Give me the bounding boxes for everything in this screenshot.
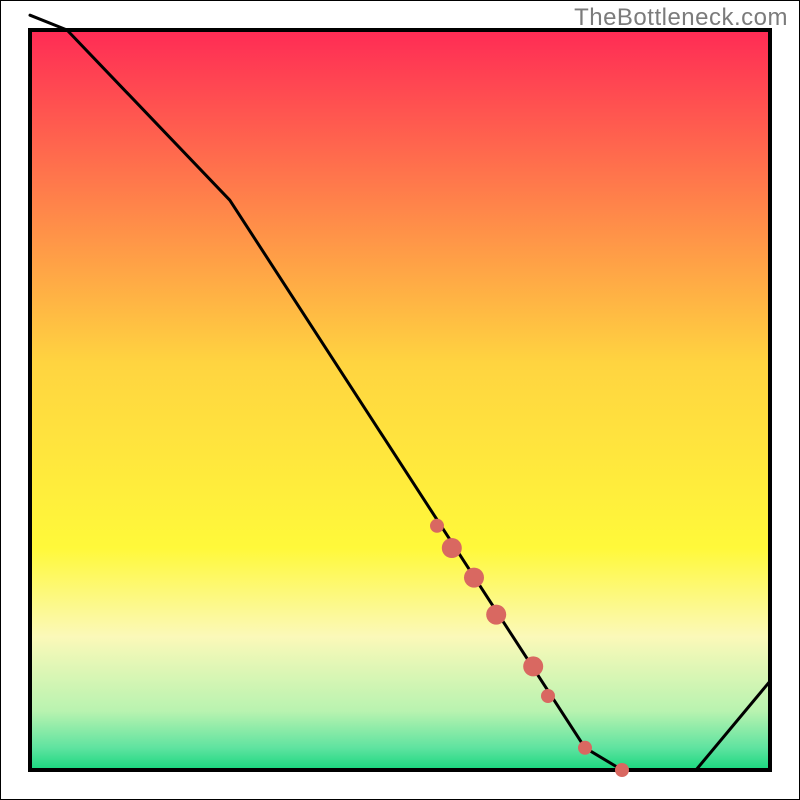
data-marker [430, 519, 444, 533]
watermark-label: TheBottleneck.com [574, 4, 788, 32]
data-marker [464, 568, 484, 588]
data-marker [578, 741, 592, 755]
chart-svg [0, 0, 800, 800]
data-marker [541, 689, 555, 703]
chart-root: TheBottleneck.com [0, 0, 800, 800]
data-marker [523, 656, 543, 676]
data-marker [442, 538, 462, 558]
data-marker [486, 605, 506, 625]
data-marker [615, 763, 629, 777]
plot-background [30, 30, 770, 770]
